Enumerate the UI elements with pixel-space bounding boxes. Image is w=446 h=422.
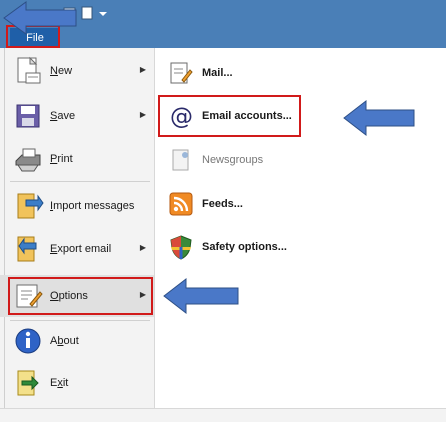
shield-icon bbox=[168, 234, 194, 260]
import-icon bbox=[12, 190, 44, 222]
options-highlight bbox=[8, 277, 153, 315]
rss-feed-icon bbox=[168, 191, 194, 217]
menu-item-export-label: Export email bbox=[50, 243, 112, 255]
menu-item-exit[interactable]: Exit bbox=[0, 362, 154, 404]
menu-separator bbox=[10, 181, 150, 182]
new-document-icon bbox=[12, 55, 44, 87]
menu-item-save[interactable]: Save ▶ bbox=[0, 95, 154, 137]
document-icon bbox=[81, 6, 93, 20]
printer-icon bbox=[12, 143, 44, 175]
callout-arrow-email-accounts bbox=[343, 99, 415, 137]
submenu-item-feeds[interactable]: Feeds... bbox=[160, 186, 243, 222]
submenu-arrow-icon: ▶ bbox=[139, 65, 146, 74]
menu-item-import-messages[interactable]: Import messages bbox=[0, 185, 154, 227]
exit-icon bbox=[12, 367, 44, 399]
menu-item-print-label: Print bbox=[50, 153, 73, 165]
info-icon bbox=[12, 325, 44, 357]
email-accounts-highlight bbox=[158, 95, 301, 137]
submenu-item-mail-label: Mail... bbox=[202, 67, 233, 79]
submenu-item-newsgroups-label: Newsgroups bbox=[202, 154, 264, 166]
chevron-down-icon bbox=[99, 12, 107, 16]
menu-item-about[interactable]: About bbox=[0, 320, 154, 362]
floppy-disk-icon bbox=[12, 100, 44, 132]
status-bar bbox=[0, 408, 446, 422]
newsgroups-icon bbox=[168, 147, 194, 173]
submenu-item-mail[interactable]: Mail... bbox=[160, 55, 233, 91]
menu-item-import-label: Import messages bbox=[50, 200, 135, 212]
submenu-arrow-icon: ▶ bbox=[139, 110, 146, 119]
submenu-item-newsgroups: Newsgroups bbox=[160, 142, 263, 178]
submenu-arrow-icon: ▶ bbox=[139, 243, 146, 252]
menu-item-export-email[interactable]: Export email ▶ bbox=[0, 228, 154, 270]
callout-arrow-options bbox=[163, 277, 239, 315]
callout-arrow-file bbox=[3, 1, 77, 35]
export-icon bbox=[12, 233, 44, 265]
mail-options-icon bbox=[168, 60, 194, 86]
menu-item-print[interactable]: Print bbox=[0, 138, 154, 180]
menu-item-new[interactable]: New ▶ bbox=[0, 50, 154, 92]
submenu-item-feeds-label: Feeds... bbox=[202, 198, 243, 210]
submenu-item-safety-options[interactable]: Safety options... bbox=[160, 229, 287, 265]
menu-item-about-label: About bbox=[50, 335, 79, 347]
submenu-item-safety-label: Safety options... bbox=[202, 241, 287, 253]
menu-item-save-label: Save bbox=[50, 110, 76, 122]
menu-item-exit-label: Exit bbox=[50, 377, 69, 389]
menu-item-new-label: New bbox=[50, 65, 73, 77]
